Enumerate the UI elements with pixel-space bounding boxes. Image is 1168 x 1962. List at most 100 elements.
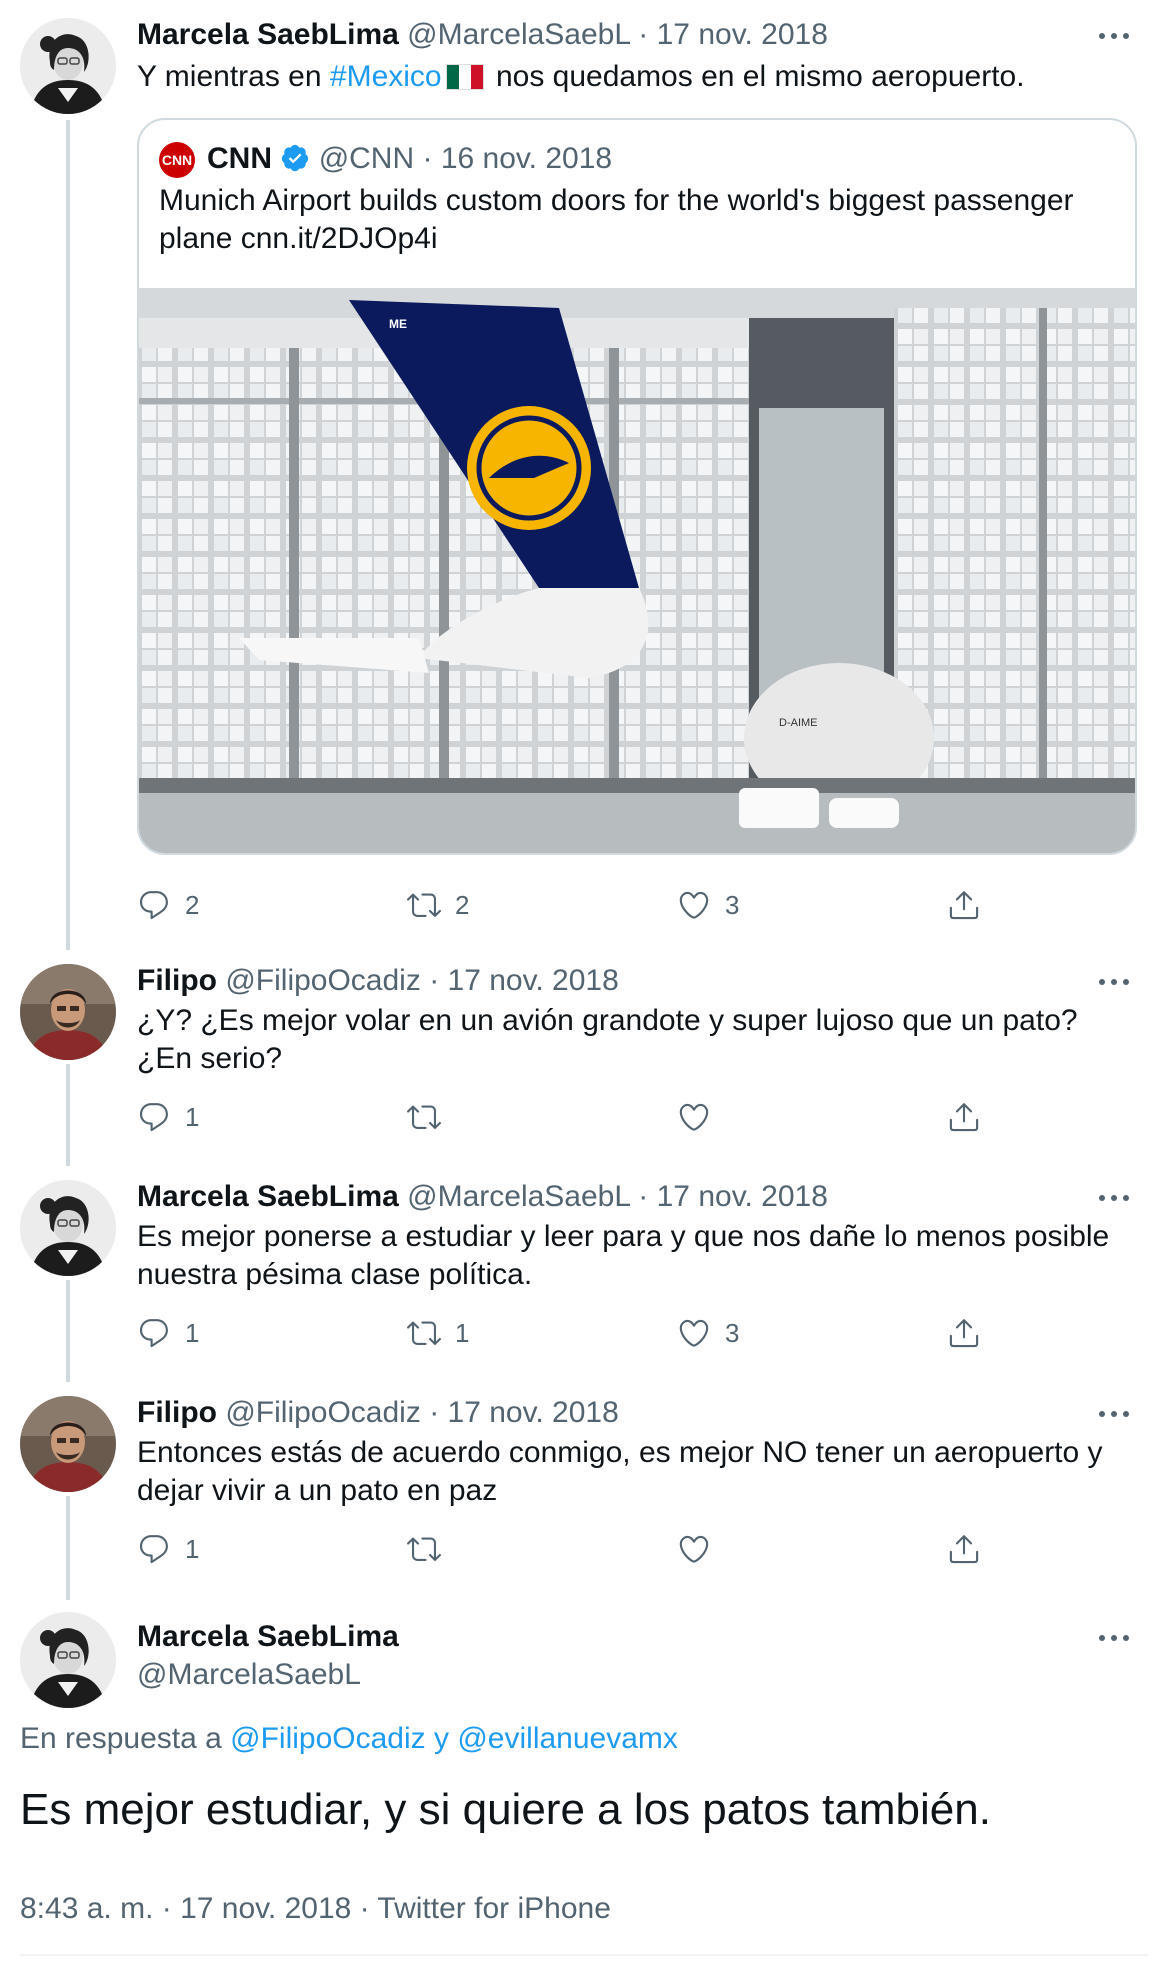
author-name[interactable]: Marcela SaebLima — [137, 18, 399, 51]
tweet-header: Filipo @FilipoOcadiz · 17 nov. 2018 — [137, 1394, 619, 1432]
tweet-date[interactable]: 17 nov. 2018 — [448, 1396, 619, 1429]
retweet-icon — [407, 1532, 441, 1566]
like-count: 3 — [725, 889, 740, 920]
more-icon[interactable] — [1094, 1628, 1134, 1648]
tweet-date[interactable]: 17 nov. 2018 — [657, 18, 828, 51]
retweet-icon — [407, 1316, 441, 1350]
share-icon — [947, 1532, 981, 1566]
reply-count: 1 — [185, 1317, 200, 1348]
like-button[interactable] — [677, 1100, 725, 1134]
divider — [20, 1954, 1148, 1956]
share-button[interactable] — [947, 1316, 981, 1350]
reply-button[interactable]: 2 — [137, 888, 199, 922]
share-button[interactable] — [947, 888, 981, 922]
tweet-text: Es mejor ponerse a estudiar y leer para … — [137, 1220, 1110, 1291]
reply-button[interactable]: 1 — [137, 1532, 199, 1566]
reply-button[interactable]: 1 — [137, 1100, 199, 1134]
reply-icon — [137, 888, 171, 922]
avatar[interactable] — [20, 1396, 116, 1492]
tweet-actions: 2 2 3 — [137, 888, 1037, 924]
like-button[interactable]: 3 — [677, 888, 739, 922]
registration-text: D-AIME — [779, 717, 818, 729]
quoted-text: Munich Airport builds custom doors for t… — [159, 184, 1074, 255]
tweet-1[interactable]: Marcela SaebLima @MarcelaSaebL · 17 nov.… — [0, 0, 1168, 950]
retweet-count: 1 — [455, 1317, 470, 1348]
avatar[interactable] — [20, 1180, 116, 1276]
author-handle[interactable]: @MarcelaSaebL — [407, 18, 630, 51]
tweet-actions: 1 — [137, 1532, 1037, 1568]
like-icon — [677, 1316, 711, 1350]
airplane-hangar-image: ME D-AIME — [139, 288, 1135, 853]
author-name[interactable]: Marcela SaebLima — [137, 1618, 399, 1656]
like-button[interactable]: 3 — [677, 1316, 739, 1350]
mention-link[interactable]: @FilipoOcadiz — [230, 1722, 426, 1755]
tweet-text-part: nos quedamos en el mismo aeropuerto. — [487, 60, 1025, 93]
retweet-count: 2 — [455, 889, 470, 920]
thread-line — [66, 120, 70, 950]
retweet-button[interactable]: 1 — [407, 1316, 469, 1350]
verified-badge-icon — [282, 144, 309, 172]
tweet-header: Filipo @FilipoOcadiz · 17 nov. 2018 — [137, 962, 619, 1000]
hashtag-link[interactable]: #Mexico — [330, 60, 442, 93]
retweet-button[interactable] — [407, 1532, 455, 1566]
tail-code-text: ME — [389, 317, 407, 331]
author-name[interactable]: Filipo — [137, 964, 217, 997]
like-count: 3 — [725, 1317, 740, 1348]
tweet-actions: 1 1 3 — [137, 1316, 1037, 1352]
tweet-4[interactable]: Filipo @FilipoOcadiz · 17 nov. 2018 Ento… — [0, 1382, 1168, 1600]
like-icon — [677, 1100, 711, 1134]
tweet-header: Marcela SaebLima @MarcelaSaebL · 17 nov.… — [137, 1178, 828, 1216]
tweet-text-part: Y mientras en — [137, 60, 330, 93]
reply-and: y — [434, 1722, 449, 1755]
thread-line — [66, 1496, 70, 1600]
separator: · — [422, 142, 433, 175]
reply-count: 2 — [185, 889, 200, 920]
mention-link[interactable]: @evillanuevamx — [457, 1722, 678, 1755]
like-icon — [677, 1532, 711, 1566]
more-icon[interactable] — [1094, 1188, 1134, 1208]
retweet-button[interactable] — [407, 1100, 455, 1134]
avatar[interactable] — [20, 1612, 116, 1708]
author-handle[interactable]: @MarcelaSaebL — [407, 1180, 630, 1213]
separator: · — [429, 964, 440, 997]
share-icon — [947, 1316, 981, 1350]
author-name[interactable]: Marcela SaebLima — [137, 1180, 399, 1213]
share-icon — [947, 888, 981, 922]
avatar[interactable] — [20, 964, 116, 1060]
author-handle[interactable]: @FilipoOcadiz — [225, 1396, 421, 1429]
quoted-tweet[interactable]: CNN CNN @CNN · 16 nov. 2018 Munich Airpo… — [137, 118, 1137, 855]
cnn-logo-icon: CNN — [159, 142, 195, 178]
tweet-date[interactable]: 17 nov. 2018 — [448, 964, 619, 997]
tweet-date[interactable]: 17 nov. 2018 — [657, 1180, 828, 1213]
tweet-header: Marcela SaebLima @MarcelaSaebL · 17 nov.… — [137, 16, 828, 54]
avatar[interactable] — [20, 18, 116, 114]
retweet-button[interactable]: 2 — [407, 888, 469, 922]
author-handle[interactable]: @FilipoOcadiz — [225, 964, 421, 997]
reply-count: 1 — [185, 1101, 200, 1132]
share-button[interactable] — [947, 1532, 981, 1566]
mexico-flag-icon — [445, 64, 484, 90]
share-icon — [947, 1100, 981, 1134]
thread-line — [66, 1280, 70, 1382]
tweet-3[interactable]: Marcela SaebLima @MarcelaSaebL · 17 nov.… — [0, 1166, 1168, 1382]
more-icon[interactable] — [1094, 1404, 1134, 1424]
like-button[interactable] — [677, 1532, 725, 1566]
tweet-footer[interactable]: 8:43 a. m. · 17 nov. 2018 · Twitter for … — [20, 1890, 611, 1928]
tweet-text: ¿Y? ¿Es mejor volar en un avión grandote… — [137, 1004, 1078, 1075]
share-button[interactable] — [947, 1100, 981, 1134]
tweet-actions: 1 — [137, 1100, 1037, 1136]
author-handle[interactable]: @MarcelaSaebL — [137, 1656, 361, 1694]
tweet-text: Y mientras en #Mexico nos quedamos en el… — [137, 58, 1137, 96]
like-icon — [677, 888, 711, 922]
retweet-icon — [407, 1100, 441, 1134]
author-name[interactable]: Filipo — [137, 1396, 217, 1429]
more-icon[interactable] — [1094, 972, 1134, 992]
reply-prefix: En respuesta a — [20, 1722, 222, 1755]
retweet-icon — [407, 888, 441, 922]
reply-icon — [137, 1316, 171, 1350]
quoted-author-name: CNN — [207, 142, 272, 175]
quoted-tweet-image[interactable]: ME D-AIME — [139, 288, 1135, 853]
reply-button[interactable]: 1 — [137, 1316, 199, 1350]
tweet-2[interactable]: Filipo @FilipoOcadiz · 17 nov. 2018 ¿Y? … — [0, 950, 1168, 1166]
more-icon[interactable] — [1094, 26, 1134, 46]
